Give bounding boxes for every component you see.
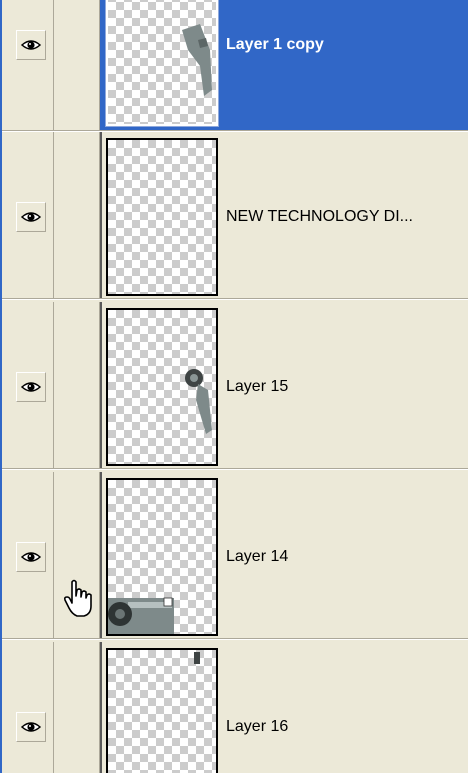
layer-name: Layer 16 [226, 718, 289, 735]
layer-thumbnail [106, 138, 218, 296]
layer-content: Layer 1 copy [100, 0, 468, 131]
layer-content: Layer 15 [100, 302, 468, 469]
layer-thumbnail [106, 478, 218, 636]
visibility-toggle[interactable] [16, 30, 46, 60]
eye-icon [21, 552, 41, 562]
eye-icon [21, 212, 41, 222]
thumbnail-art [194, 652, 200, 664]
thumbnail-art [182, 24, 212, 96]
link-column [54, 0, 144, 131]
thumbnail-art [185, 369, 212, 434]
thumbnail-art [108, 597, 174, 634]
link-column [54, 642, 144, 773]
visibility-column [2, 302, 54, 469]
layer-name: Layer 15 [226, 378, 289, 395]
layer-content: Layer 14 [100, 472, 468, 639]
eye-icon [21, 40, 41, 50]
visibility-column [2, 132, 54, 299]
visibility-toggle[interactable] [16, 202, 46, 232]
hand-cursor-icon [63, 579, 92, 617]
visibility-column [2, 0, 54, 131]
layer-name: NEW TECHNOLOGY DI... [226, 208, 413, 225]
visibility-toggle[interactable] [16, 372, 46, 402]
link-column [54, 132, 144, 299]
layer-content: Layer 16 [100, 642, 468, 773]
layer-name: Layer 1 copy [226, 36, 324, 53]
visibility-column [2, 472, 54, 639]
layers-panel: Layer 1 copy NEW TECHNOLOGY DI... Layer … [0, 0, 468, 773]
eye-icon [21, 722, 41, 732]
layer-content: NEW TECHNOLOGY DI... [100, 132, 468, 299]
eye-icon [21, 382, 41, 392]
visibility-column [2, 642, 54, 773]
layer-thumbnail [106, 308, 218, 466]
visibility-toggle[interactable] [16, 542, 46, 572]
layer-name: Layer 14 [226, 548, 289, 565]
layer-row-new-technology[interactable]: NEW TECHNOLOGY DI... [2, 132, 468, 300]
layer-row-layer-1-copy[interactable]: Layer 1 copy [2, 0, 468, 132]
layer-thumbnail [105, 0, 219, 127]
link-column [54, 302, 144, 469]
visibility-toggle[interactable] [16, 712, 46, 742]
layer-row-layer-16[interactable]: Layer 16 [2, 642, 468, 773]
layer-row-layer-15[interactable]: Layer 15 [2, 302, 468, 470]
layer-thumbnail [106, 648, 218, 773]
